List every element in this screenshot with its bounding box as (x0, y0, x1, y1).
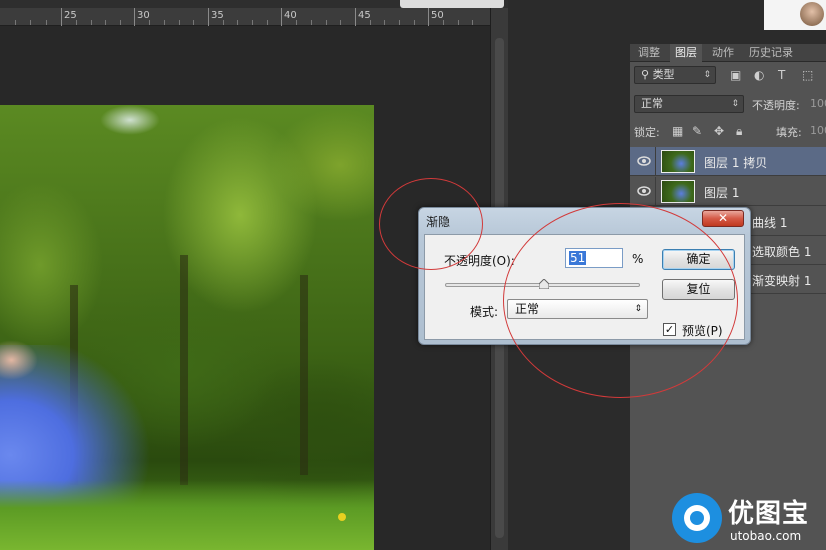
sky-patch (100, 105, 160, 135)
adjustment-filter-icon[interactable]: ◐ (754, 68, 764, 82)
ruler-mark: 30 (137, 10, 150, 21)
lock-move-icon[interactable]: ✥ (714, 124, 724, 138)
avatar[interactable] (800, 2, 824, 26)
window-buttons[interactable] (400, 0, 504, 8)
lock-row: 锁定: ▦ ✎ ✥ 🔒︎ 填充: 100 (630, 118, 826, 144)
opacity-label: 不透明度: (752, 99, 800, 112)
opacity-value[interactable]: 100 (810, 97, 826, 110)
eye-icon[interactable] (637, 185, 651, 197)
close-icon: ✕ (717, 211, 729, 225)
tab-history[interactable]: 历史记录 (744, 44, 798, 62)
ruler-mark: 45 (358, 10, 371, 21)
annotation-circle (379, 178, 483, 270)
arm (0, 340, 38, 380)
photo-canvas[interactable] (0, 105, 374, 550)
lock-label: 锁定: (634, 126, 660, 139)
annotation-circle (503, 203, 738, 398)
layer-name: 渐变映射 1 (752, 274, 812, 288)
ruler-mark: 40 (284, 10, 297, 21)
filter-row: ⚲ 类型 ⇕ ▣ ◐ T ⬚ (630, 62, 826, 88)
ruler-mark: 35 (211, 10, 224, 21)
lock-transparency-icon[interactable]: ▦ (672, 124, 683, 138)
tab-actions[interactable]: 动作 (707, 44, 739, 62)
tab-adjustments[interactable]: 调整 (633, 44, 665, 62)
layer-thumbnail (661, 150, 695, 173)
layer-name: 图层 1 (704, 186, 740, 200)
yellow-flower (338, 513, 346, 521)
watermark-brand: 优图宝 (728, 499, 810, 529)
blend-row: 正常 ⇕ 不透明度: 100 (630, 91, 826, 117)
tab-layers[interactable]: 图层 (670, 44, 702, 62)
close-button[interactable]: ✕ (702, 210, 744, 227)
eye-icon[interactable] (637, 155, 651, 167)
ruler-mark: 25 (64, 10, 77, 21)
ruler-mark: 50 (431, 10, 444, 21)
watermark: 优图宝 utobao.com (672, 493, 826, 550)
type-filter-icon[interactable]: T (778, 68, 785, 82)
tree-trunk (300, 275, 308, 475)
search-icon: ⚲ (641, 68, 650, 81)
mode-label: 模式: (470, 305, 499, 319)
layer-row[interactable]: 图层 1 拷贝 (630, 147, 826, 176)
chevron-updown-icon: ⇕ (731, 99, 739, 109)
fill-label: 填充: (776, 126, 802, 139)
grass (0, 480, 374, 550)
browser-corner (764, 0, 826, 30)
lock-paint-icon[interactable]: ✎ (692, 124, 702, 138)
layer-name: 曲线 1 (752, 216, 788, 230)
horizontal-ruler: 25 30 35 40 45 50 (0, 8, 490, 26)
layer-thumbnail (661, 180, 695, 203)
shape-filter-icon[interactable]: ⬚ (802, 68, 813, 82)
watermark-domain: utobao.com (730, 529, 802, 543)
layer-name: 图层 1 拷贝 (704, 156, 768, 170)
lock-all-icon[interactable]: 🔒︎ (736, 124, 742, 139)
filter-select[interactable]: ⚲ 类型 ⇕ (634, 66, 716, 84)
panel-tabs: 调整 图层 动作 历史记录 (630, 44, 826, 62)
bird-logo-icon (672, 493, 722, 543)
photoshop-window: 25 30 35 40 45 50 调整 图层 动作 历史记录 ⚲ 类型 ⇕ ▣… (0, 0, 826, 550)
chevron-updown-icon: ⇕ (703, 70, 711, 80)
layer-row[interactable]: 图层 1 (630, 177, 826, 206)
layer-name: 选取颜色 1 (752, 245, 812, 259)
image-filter-icon[interactable]: ▣ (730, 68, 741, 82)
fill-value[interactable]: 100 (810, 124, 826, 137)
blend-mode-select[interactable]: 正常 ⇕ (634, 95, 744, 113)
